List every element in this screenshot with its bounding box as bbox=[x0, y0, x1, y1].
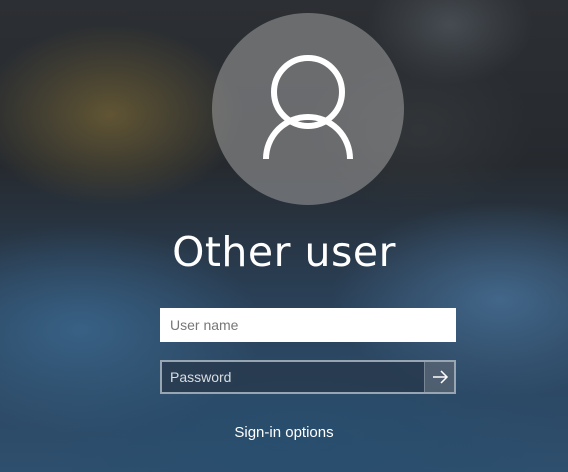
arrow-right-icon bbox=[433, 370, 449, 384]
submit-button[interactable] bbox=[424, 362, 454, 392]
user-silhouette-icon bbox=[263, 55, 353, 160]
password-field[interactable] bbox=[160, 360, 456, 394]
avatar bbox=[212, 13, 404, 205]
username-input[interactable] bbox=[162, 310, 454, 340]
user-display-name: Other user bbox=[172, 228, 396, 276]
username-field[interactable] bbox=[160, 308, 456, 342]
password-input[interactable] bbox=[162, 362, 424, 392]
signin-options-link[interactable]: Sign-in options bbox=[0, 424, 568, 441]
